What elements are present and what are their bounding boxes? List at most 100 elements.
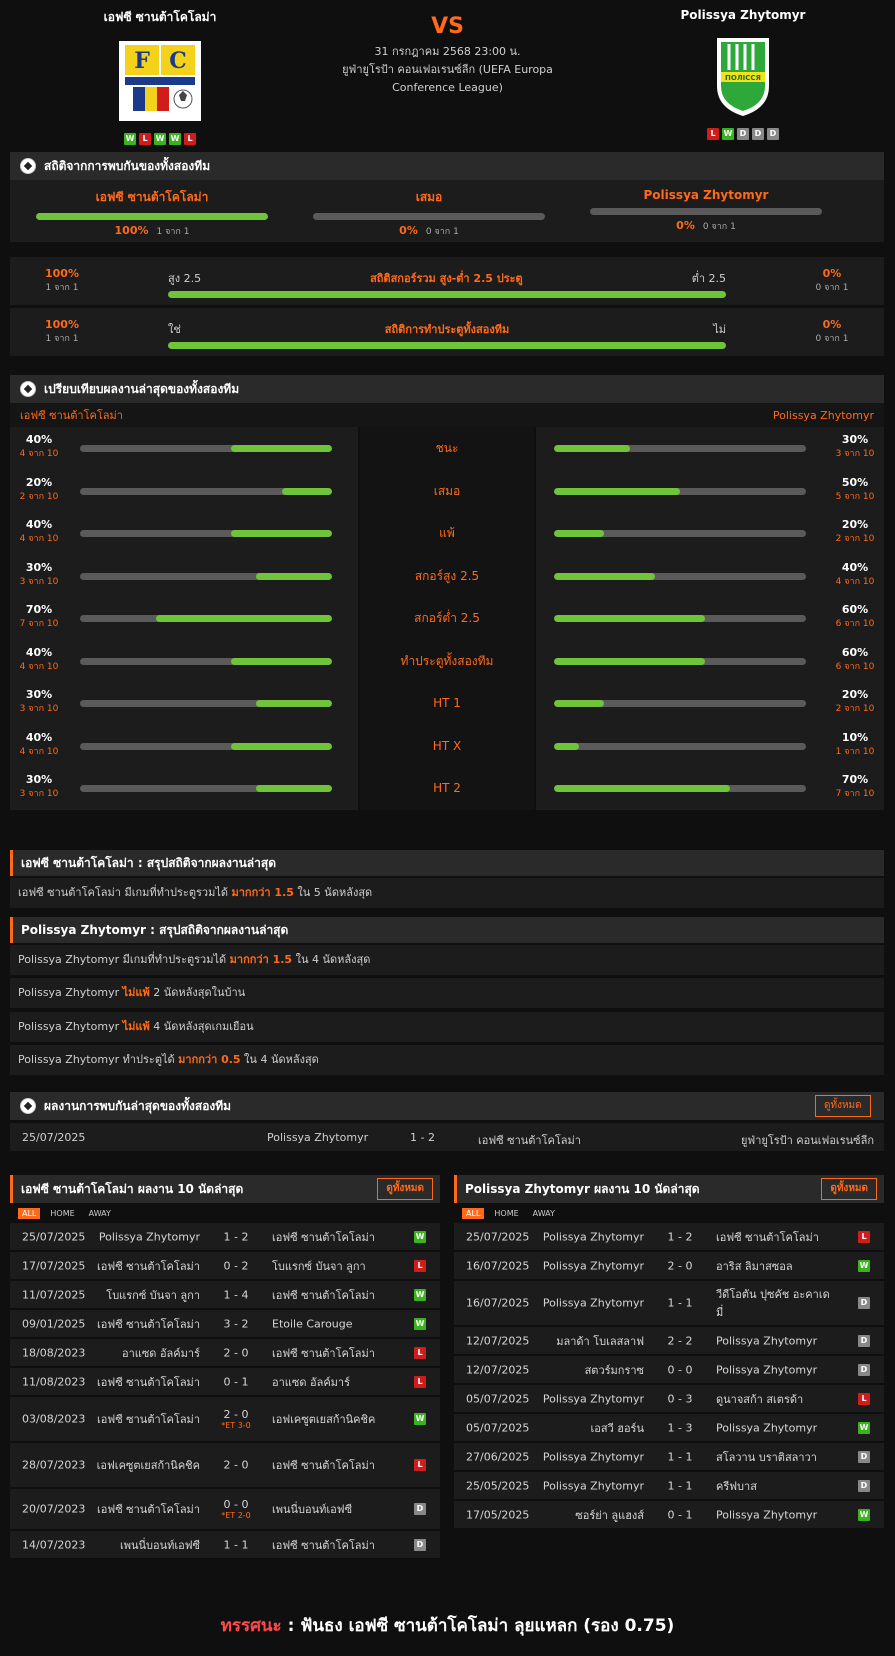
home-stat-count: 7 จาก 10 [19, 619, 59, 629]
match-row[interactable]: 25/07/2025 Polissya Zhytomyr 1 - 2 เอฟซี ซา… [454, 1223, 884, 1250]
match-row[interactable]: 12/07/2025 สตวร์มกราซ 0 - 0 Polissya Zhytom… [454, 1356, 884, 1383]
match-home-team[interactable]: เพนนี่บอนท์เอฟซี [80, 1536, 200, 1554]
away-match-list: 25/07/2025 Polissya Zhytomyr 1 - 2 เอฟซี ซา… [454, 1223, 884, 1528]
match-away-team[interactable]: ดูนาจสก้า สเตรด้า [716, 1390, 836, 1408]
match-home-team[interactable]: เอฟซี ซานต้าโคโลม่า [80, 1410, 200, 1428]
match-away-team[interactable]: เอฟเคซูตเยสก้านิคชิค [272, 1410, 392, 1428]
h2h-league[interactable]: ยูฟ่ายูโรป้า คอนเฟอเรนซ์ลีก [741, 1131, 874, 1149]
match-away-team[interactable]: Polissya Zhytomyr [716, 1508, 836, 1521]
btts-left-count: 1 จาก 1 [45, 334, 79, 344]
match-row[interactable]: 20/07/2023 เอฟซี ซานต้าโคโลม่า 0 - 0 *ET 2-… [10, 1489, 440, 1529]
home-stat-bar [80, 700, 332, 707]
match-home-team[interactable]: เอฟซี ซานต้าโคโลม่า [80, 1500, 200, 1518]
match-home-team[interactable]: Polissya Zhytomyr [80, 1230, 200, 1243]
match-home-team[interactable]: Polissya Zhytomyr [524, 1297, 644, 1310]
match-away-team[interactable]: Polissya Zhytomyr [716, 1363, 836, 1376]
match-row[interactable]: 16/07/2025 Polissya Zhytomyr 2 - 0 อาริส ลิ… [454, 1252, 884, 1279]
tab-home[interactable]: HOME [490, 1208, 522, 1219]
match-home-team[interactable]: โบแรกซ์ บันจา ลูกา [80, 1286, 200, 1304]
match-away-team[interactable]: เอฟซี ซานต้าโคโลม่า [272, 1344, 392, 1362]
match-row[interactable]: 09/01/2025 เอฟซี ซานต้าโคโลม่า 3 - 2 Etoile… [10, 1310, 440, 1337]
match-away-team[interactable]: Polissya Zhytomyr [716, 1421, 836, 1434]
home-team-block[interactable]: เอฟซี ซานต้าโคโลม่า F C WLWWL [70, 8, 250, 145]
tab-away[interactable]: AWAY [85, 1208, 115, 1219]
match-row[interactable]: 12/07/2025 มลาด้า โบเลสลาฟ 2 - 2 Polissya Z… [454, 1327, 884, 1354]
match-away-team[interactable]: ครีฟบาส [716, 1477, 836, 1495]
comparison-row: 30% 3 จาก 10 HT 1 20% 2 จาก 10 [10, 682, 884, 726]
match-away-team[interactable]: สโลวาน บราติสลาวา [716, 1448, 836, 1466]
match-result-badge: L [414, 1259, 426, 1272]
match-row[interactable]: 25/05/2025 Polissya Zhytomyr 1 - 1 ครีฟบาส D [454, 1472, 884, 1499]
match-home-team[interactable]: เอฟซี ซานต้าโคโลม่า [80, 1373, 200, 1391]
match-date: 03/08/2023 [22, 1412, 86, 1426]
match-row[interactable]: 05/07/2025 เอสวี ฮอร์น 1 - 3 Polissya Zhyto… [454, 1414, 884, 1441]
away-team-block[interactable]: Polissya Zhytomyr ПОЛІССЯ LWDDD [653, 8, 833, 140]
tab-away[interactable]: AWAY [529, 1208, 559, 1219]
match-competition[interactable]: ยูฟ่ายูโรป้า คอนเฟอเรนซ์ลีก (UEFA Europa… [340, 61, 555, 97]
match-away-team[interactable]: วีดีโอตัน ปุซคัช อะคาเดมี่ [716, 1285, 836, 1321]
match-home-team[interactable]: Polissya Zhytomyr [524, 1450, 644, 1463]
match-row[interactable]: 27/06/2025 Polissya Zhytomyr 1 - 1 สโลวาน บ… [454, 1443, 884, 1470]
match-away-team[interactable]: เอฟซี ซานต้าโคโลม่า [272, 1536, 392, 1554]
tab-all[interactable]: ALL [462, 1207, 485, 1219]
svg-text:ПОЛІССЯ: ПОЛІССЯ [725, 74, 761, 82]
match-home-team[interactable]: สตวร์มกราซ [524, 1361, 644, 1379]
match-away-team[interactable]: เอฟซี ซานต้าโคโลม่า [272, 1456, 392, 1474]
match-row[interactable]: 03/08/2023 เอฟซี ซานต้าโคโลม่า 2 - 0 *ET 3-… [10, 1397, 440, 1441]
away-team-name[interactable]: Polissya Zhytomyr [653, 8, 833, 22]
match-home-team[interactable]: เอฟเคซูตเยสก้านิคชิค [80, 1456, 200, 1474]
recent-h2h-row[interactable]: 25/07/2025 Polissya Zhytomyr 1 - 2 เอฟซี… [10, 1123, 884, 1151]
h2h-col-label[interactable]: เอฟซี ซานต้าโคโลม่า [36, 188, 268, 207]
match-row[interactable]: 17/07/2025 เอฟซี ซานต้าโคโลม่า 0 - 2 โบแรกซ… [10, 1252, 440, 1279]
match-home-team[interactable]: Polissya Zhytomyr [524, 1479, 644, 1492]
match-row[interactable]: 11/07/2025 โบแรกซ์ บันจา ลูกา 1 - 4 เอฟซี ซ… [10, 1281, 440, 1308]
see-all-away-button[interactable]: ดูทั้งหมด [821, 1178, 877, 1200]
home-stat-pct: 40% [25, 518, 53, 531]
h2h-home[interactable]: Polissya Zhytomyr [267, 1131, 368, 1144]
comparison-away-team[interactable]: Polissya Zhytomyr [773, 409, 874, 422]
match-away-team[interactable]: เอฟซี ซานต้าโคโลม่า [272, 1286, 392, 1304]
away-stat-bar-fill [554, 572, 655, 580]
match-away-team[interactable]: โบแรกซ์ บันจา ลูกา [272, 1257, 392, 1275]
match-score: 0 - 3 [667, 1392, 693, 1405]
home-team-name[interactable]: เอฟซี ซานต้าโคโลม่า [70, 8, 250, 27]
match-away-team[interactable]: อาแซด อัลค์มาร์ [272, 1373, 392, 1391]
h2h-col-label[interactable]: Polissya Zhytomyr [590, 188, 822, 202]
match-row[interactable]: 16/07/2025 Polissya Zhytomyr 1 - 1 วีดีโอตั… [454, 1281, 884, 1325]
see-all-h2h-button[interactable]: ดูทั้งหมด [815, 1095, 871, 1117]
match-away-team[interactable]: Polissya Zhytomyr [716, 1334, 836, 1347]
match-away-team[interactable]: Etoile Carouge [272, 1317, 392, 1330]
match-away-team[interactable]: เพนนี่บอนท์เอฟซี [272, 1500, 392, 1518]
match-row[interactable]: 14/07/2023 เพนนี่บอนท์เอฟซี 1 - 1 เอฟซี ซาน… [10, 1531, 440, 1558]
match-away-team[interactable]: เอฟซี ซานต้าโคโลม่า [716, 1228, 836, 1246]
match-home-team[interactable]: Polissya Zhytomyr [524, 1230, 644, 1243]
match-row[interactable]: 05/07/2025 Polissya Zhytomyr 0 - 3 ดูนาจสก้… [454, 1385, 884, 1412]
match-home-team[interactable]: Polissya Zhytomyr [524, 1259, 644, 1272]
match-row[interactable]: 17/05/2025 ซอร์ย่า ลูแฮงส์ 0 - 1 Polissya Z… [454, 1501, 884, 1528]
match-home-team[interactable]: อาแซด อัลค์มาร์ [80, 1344, 200, 1362]
ou-bar [168, 291, 726, 298]
match-home-team[interactable]: เอฟซี ซานต้าโคโลม่า [80, 1257, 200, 1275]
match-row[interactable]: 11/08/2023 เอฟซี ซานต้าโคโลม่า 0 - 1 อาแซด … [10, 1368, 440, 1395]
match-score: 0 - 0 [223, 1498, 249, 1511]
match-row[interactable]: 18/08/2023 อาแซด อัลค์มาร์ 2 - 0 เอฟซี ซานต… [10, 1339, 440, 1366]
summary-highlight: มากกว่า 1.5 [231, 886, 294, 899]
tab-home[interactable]: HOME [46, 1208, 78, 1219]
form-badge: W [169, 133, 181, 145]
match-result-badge: L [858, 1230, 870, 1243]
h2h-away[interactable]: เอฟซี ซานต้าโคโลม่า [478, 1131, 581, 1149]
comparison-title: เปรียบเทียบผลงานล่าสุดของทั้งสองทีม [44, 381, 240, 396]
match-home-team[interactable]: Polissya Zhytomyr [524, 1392, 644, 1405]
match-row[interactable]: 28/07/2023 เอฟเคซูตเยสก้านิคชิค 2 - 0 เอฟซี… [10, 1443, 440, 1487]
see-all-home-button[interactable]: ดูทั้งหมด [377, 1178, 433, 1200]
match-home-team[interactable]: ซอร์ย่า ลูแฮงส์ [524, 1506, 644, 1524]
match-away-team[interactable]: อาริส ลิมาสซอล [716, 1257, 836, 1275]
match-away-team[interactable]: เอฟซี ซานต้าโคโลม่า [272, 1228, 392, 1246]
tab-all[interactable]: ALL [18, 1207, 41, 1219]
match-home-team[interactable]: เอสวี ฮอร์น [524, 1419, 644, 1437]
match-home-team[interactable]: เอฟซี ซานต้าโคโลม่า [80, 1315, 200, 1333]
comparison-home-team[interactable]: เอฟซี ซานต้าโคโลม่า [20, 406, 123, 424]
match-home-team[interactable]: มลาด้า โบเลสลาฟ [524, 1332, 644, 1350]
match-row[interactable]: 25/07/2025 Polissya Zhytomyr 1 - 2 เอฟซี ซา… [10, 1223, 440, 1250]
home-summary-row: เอฟซี ซานต้าโคโลม่า มีเกมที่ทำประตูรวมได… [10, 878, 884, 908]
